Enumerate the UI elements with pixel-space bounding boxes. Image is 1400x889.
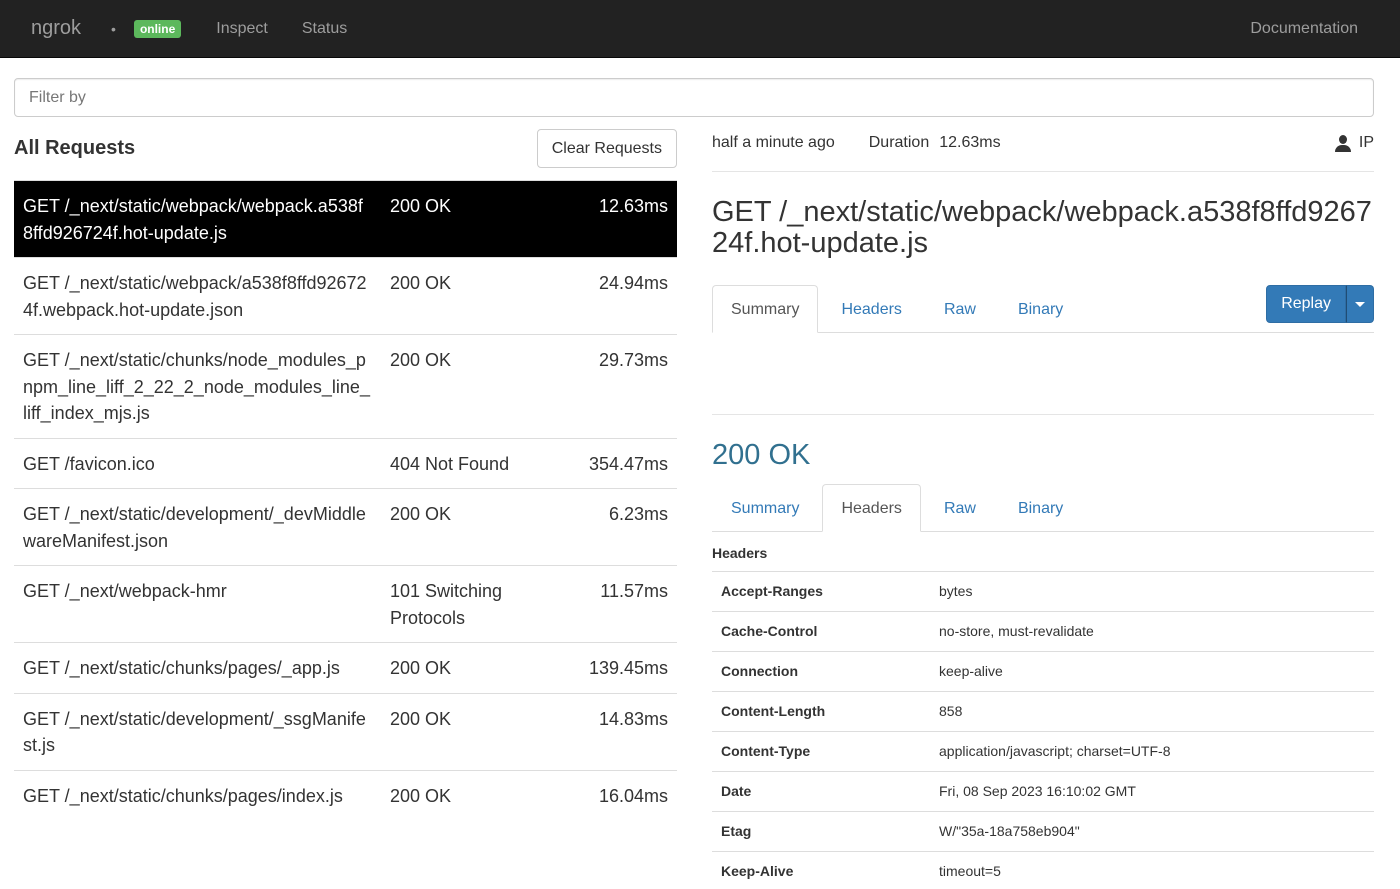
request-duration: 354.47ms	[561, 437, 677, 489]
response-tabs: Summary Headers Raw Binary	[712, 484, 1374, 532]
request-path: GET /_next/static/webpack/a538f8ffd92672…	[14, 257, 381, 335]
request-row[interactable]: GET /_next/static/chunks/pages/index.js 2…	[14, 769, 677, 820]
request-status: 200 OK	[381, 642, 561, 693]
request-path: GET /_next/static/chunks/pages/index.js	[14, 769, 381, 820]
nav-link-documentation[interactable]: Documentation	[1250, 20, 1358, 38]
header-key: Accept-Ranges	[712, 571, 930, 612]
request-status: 200 OK	[381, 692, 561, 770]
header-key: Connection	[712, 651, 930, 692]
request-path: GET /_next/static/chunks/node_modules_pn…	[14, 334, 381, 438]
filter-input[interactable]	[14, 78, 1374, 117]
response-tab-summary[interactable]: Summary	[712, 484, 818, 532]
replay-button[interactable]: Replay	[1266, 285, 1346, 323]
request-row[interactable]: GET /_next/static/webpack/a538f8ffd92672…	[14, 257, 677, 335]
header-key: Content-Type	[712, 731, 930, 772]
request-tab-summary[interactable]: Summary	[712, 285, 819, 333]
header-key: Keep-Alive	[712, 851, 930, 889]
request-status: 101 Switching Protocols	[381, 565, 561, 643]
request-status: 200 OK	[381, 257, 561, 335]
request-tab-binary[interactable]: Binary	[999, 285, 1082, 333]
request-status: 200 OK	[381, 488, 561, 566]
header-row: Accept-Ranges bytes	[712, 571, 1374, 612]
user-icon	[1334, 134, 1351, 152]
response-headers-table: Accept-Ranges bytes Cache-Control no-store,…	[712, 571, 1374, 889]
header-key: Cache-Control	[712, 611, 930, 652]
request-summary-area	[712, 333, 1374, 415]
header-key: Content-Length	[712, 691, 930, 732]
header-key: Etag	[712, 811, 930, 852]
request-path: GET /_next/webpack-hmr	[14, 565, 381, 643]
nav-link-inspect[interactable]: Inspect	[216, 20, 268, 38]
nav-link-status[interactable]: Status	[302, 20, 347, 38]
header-value: no-store, must-revalidate	[930, 611, 1374, 652]
status-dot: •	[111, 20, 116, 37]
header-row: Keep-Alive timeout=5	[712, 851, 1374, 889]
brand-logo[interactable]: ngrok	[31, 17, 81, 40]
request-meta: half a minute ago Duration 12.63ms IP	[712, 129, 1374, 172]
request-path: GET /_next/static/webpack/webpack.a538f8…	[14, 180, 381, 258]
request-tab-raw[interactable]: Raw	[925, 285, 995, 333]
replay-dropdown-toggle[interactable]	[1346, 285, 1374, 323]
requests-table: GET /_next/static/webpack/webpack.a538f8…	[14, 180, 677, 820]
request-duration: 24.94ms	[561, 257, 677, 335]
request-row[interactable]: GET /_next/webpack-hmr 101 Switching Prot…	[14, 565, 677, 643]
response-status: 200 OK	[712, 439, 811, 471]
request-duration: 139.45ms	[561, 642, 677, 693]
request-duration: 11.57ms	[561, 565, 677, 643]
requests-heading: All Requests	[14, 137, 136, 159]
duration-label: Duration	[868, 134, 930, 151]
request-detail-panel: half a minute ago Duration 12.63ms IP GE…	[712, 129, 1374, 889]
header-key: Date	[712, 771, 930, 812]
headers-section-title: Headers	[712, 545, 768, 561]
request-duration: 16.04ms	[561, 769, 677, 820]
top-navbar: ngrok • online Inspect Status Documentat…	[0, 0, 1400, 58]
ip-info: IP	[1334, 134, 1374, 152]
caret-down-icon	[1355, 301, 1365, 307]
response-tab-headers[interactable]: Headers	[822, 484, 921, 532]
replay-button-group: Replay	[1266, 285, 1374, 323]
header-value: W/"35a-18a758eb904"	[930, 811, 1374, 852]
requests-panel: All Requests Clear Requests GET /_next/s…	[14, 129, 677, 889]
request-path: GET /_next/static/development/_ssgManife…	[14, 692, 381, 770]
header-value: keep-alive	[930, 651, 1374, 692]
header-row: Cache-Control no-store, must-revalidate	[712, 611, 1374, 652]
request-path: GET /favicon.ico	[14, 437, 381, 489]
header-value: timeout=5	[930, 851, 1374, 889]
request-status: 404 Not Found	[381, 437, 561, 489]
request-tab-headers[interactable]: Headers	[822, 285, 920, 333]
header-row: Content-Length 858	[712, 691, 1374, 732]
header-row: Date Fri, 08 Sep 2023 16:10:02 GMT	[712, 771, 1374, 812]
request-duration: 6.23ms	[561, 488, 677, 566]
request-tabs: Summary Headers Raw Binary Replay	[712, 285, 1374, 333]
request-path: GET /_next/static/chunks/pages/_app.js	[14, 642, 381, 693]
online-status-badge: online	[133, 19, 182, 38]
header-value: application/javascript; charset=UTF-8	[930, 731, 1374, 772]
request-duration: 12.63ms	[561, 180, 677, 258]
header-row: Connection keep-alive	[712, 651, 1374, 692]
request-row[interactable]: GET /favicon.ico 404 Not Found 354.47ms	[14, 437, 677, 489]
duration-value: 12.63ms	[939, 134, 1001, 151]
request-row[interactable]: GET /_next/static/chunks/node_modules_pn…	[14, 334, 677, 438]
request-title: GET /_next/static/webpack/webpack.a538f8…	[712, 196, 1372, 259]
request-row[interactable]: GET /_next/static/development/_ssgManife…	[14, 692, 677, 770]
header-value: 858	[930, 691, 1374, 732]
header-row: Content-Type application/javascript; char…	[712, 731, 1374, 772]
response-tab-binary[interactable]: Binary	[999, 484, 1082, 532]
request-timestamp: half a minute ago	[712, 134, 835, 151]
request-status: 200 OK	[381, 769, 561, 820]
request-status: 200 OK	[381, 334, 561, 438]
request-duration: 14.83ms	[561, 692, 677, 770]
request-row[interactable]: GET /_next/static/chunks/pages/_app.js 20…	[14, 642, 677, 693]
request-path: GET /_next/static/development/_devMiddle…	[14, 488, 381, 566]
header-value: Fri, 08 Sep 2023 16:10:02 GMT	[930, 771, 1374, 812]
header-row: Etag W/"35a-18a758eb904"	[712, 811, 1374, 852]
clear-requests-button[interactable]: Clear Requests	[536, 129, 677, 168]
request-row[interactable]: GET /_next/static/webpack/webpack.a538f8…	[14, 180, 677, 258]
header-value: bytes	[930, 571, 1374, 612]
request-duration: 29.73ms	[561, 334, 677, 438]
ip-label: IP	[1358, 134, 1374, 151]
request-status: 200 OK	[381, 180, 561, 258]
response-tab-raw[interactable]: Raw	[925, 484, 995, 532]
request-row[interactable]: GET /_next/static/development/_devMiddle…	[14, 488, 677, 566]
